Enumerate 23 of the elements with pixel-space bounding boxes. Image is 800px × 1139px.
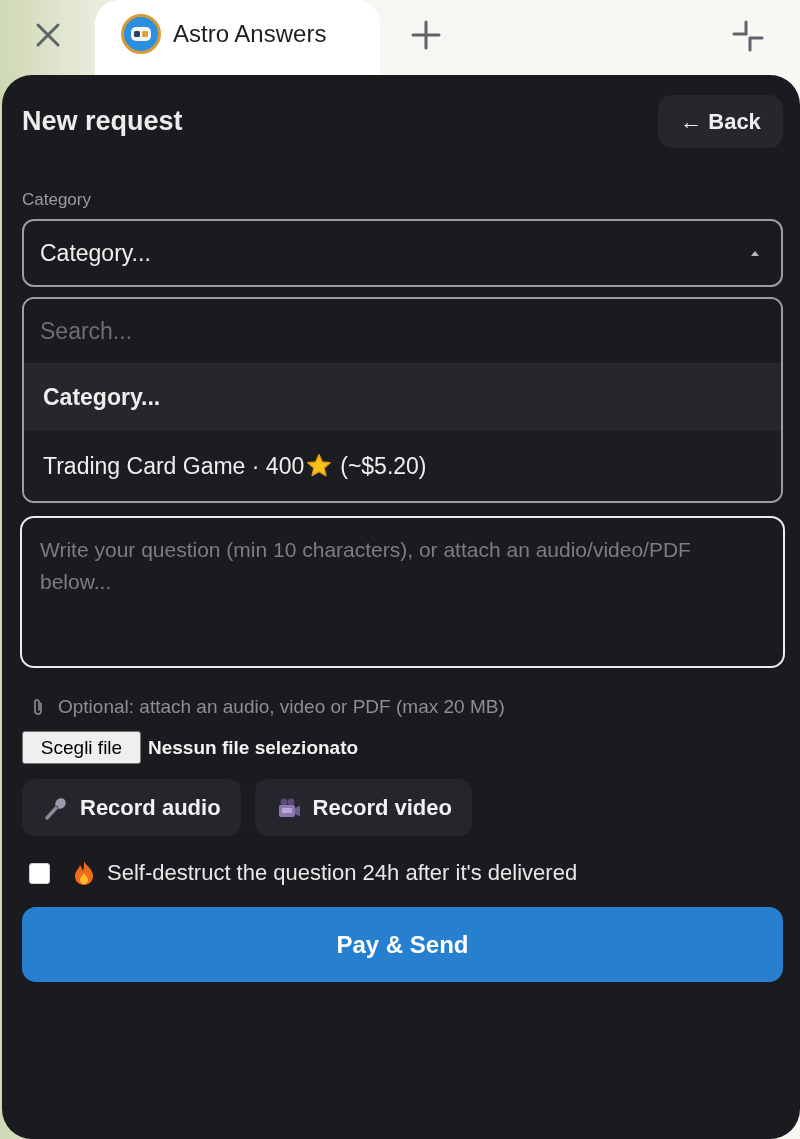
star-icon [306, 453, 333, 479]
category-label: Category [22, 190, 92, 210]
category-select[interactable]: Category... [22, 219, 783, 287]
dropdown-list[interactable]: Search... Category... Trading Card Game · 400 (~$5.20) [22, 297, 783, 503]
plus-icon[interactable] [411, 20, 441, 50]
pay-send-button[interactable]: Pay & Send [22, 907, 783, 982]
self-destruct-checkbox[interactable] [29, 862, 50, 884]
collapse-icon[interactable] [732, 20, 764, 52]
record-video-button[interactable]: Record video [254, 779, 472, 836]
self-destruct-label: Self-destruct the question 24h after it's delivered [107, 860, 578, 886]
record-audio-button[interactable]: Record audio [22, 779, 241, 836]
fire-icon [73, 860, 95, 886]
back-button[interactable]: ← Back [658, 95, 783, 148]
close-icon[interactable] [35, 22, 61, 48]
choose-file-button[interactable]: Scegli file [22, 731, 141, 764]
dropdown-option[interactable]: Category... [24, 363, 781, 431]
microphone-icon [44, 795, 68, 820]
file-status: Nessun file selezionato [148, 736, 359, 759]
question-field[interactable]: Write your question (min 10 characters), or attach an audio/video/PDF below... [20, 516, 785, 668]
page-title: New request [22, 106, 183, 137]
robot-avatar-icon [121, 13, 161, 54]
browser-tab[interactable]: Astro Answers [95, 0, 380, 75]
attachment-hint: Optional: attach an audio, video or PDF (max 20 MB) [58, 696, 505, 718]
